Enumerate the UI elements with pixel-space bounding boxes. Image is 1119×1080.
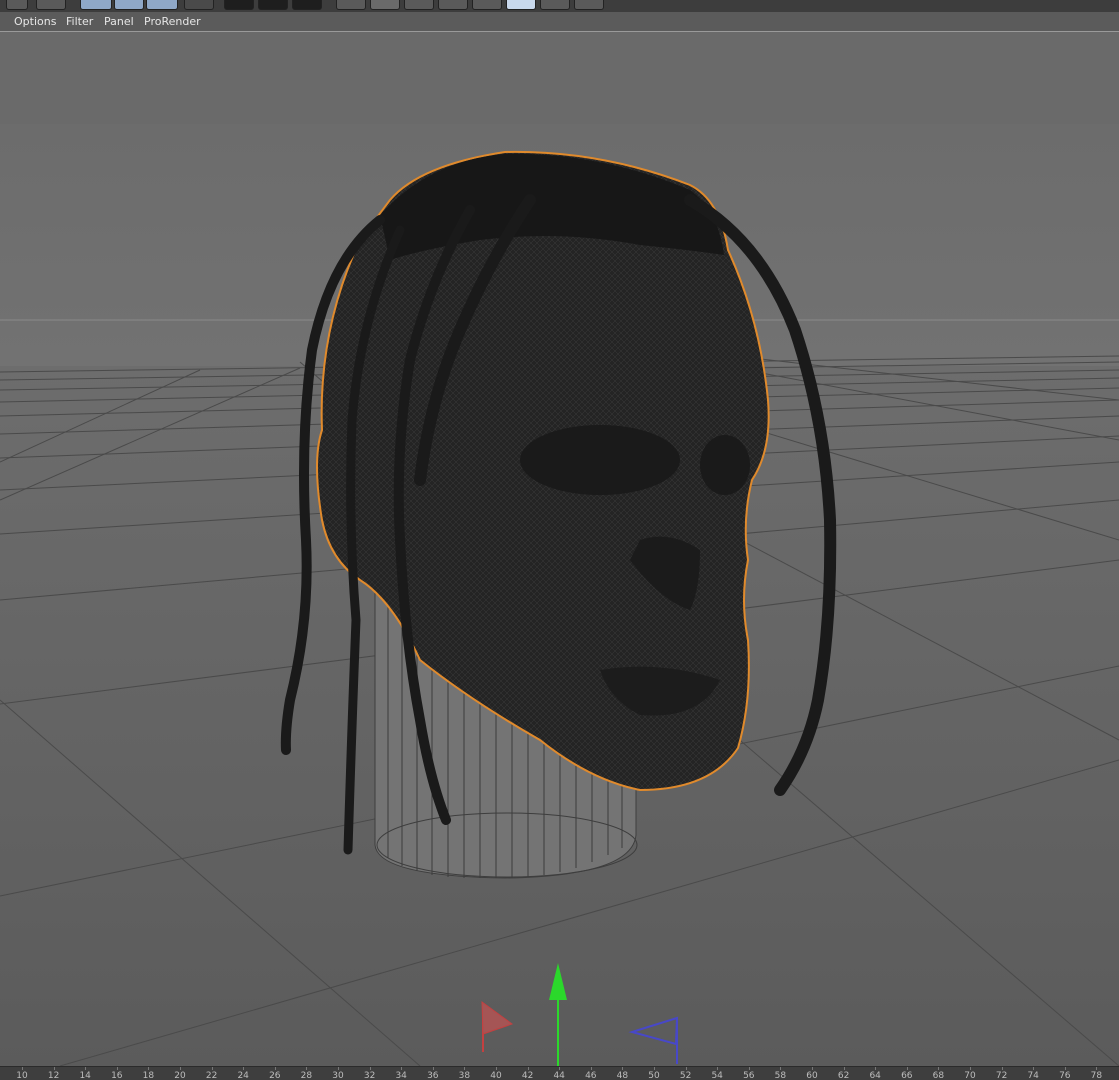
timeline-tick-label: 32 xyxy=(363,1071,376,1080)
timeline-ruler[interactable]: 10 12 14 16 18 20 22 24 26 28 30 32 34 36 38 40 42 44 46 48… xyxy=(0,1066,1119,1080)
timeline-tick-label: 30 xyxy=(332,1071,344,1080)
camera-icon[interactable] xyxy=(506,0,536,10)
timeline-tick-mark xyxy=(906,1067,908,1070)
render-region-icon[interactable] xyxy=(224,0,254,10)
menu-options[interactable]: Options xyxy=(14,15,56,28)
menu-panel[interactable]: Panel xyxy=(104,15,134,28)
render-view-icon[interactable] xyxy=(258,0,288,10)
timeline-tick-mark xyxy=(748,1067,750,1070)
timeline-tick-mark xyxy=(527,1067,529,1070)
cube-icon[interactable] xyxy=(336,0,366,10)
rotate-tool-icon[interactable] xyxy=(36,0,66,10)
timeline-tick-label: 16 xyxy=(111,1071,123,1080)
timeline-tick-mark xyxy=(970,1067,971,1070)
timeline-tick-label: 58 xyxy=(774,1071,787,1080)
timeline-tick-mark xyxy=(116,1067,118,1070)
timeline-tick-label: 20 xyxy=(174,1071,186,1080)
right-eye-shadow xyxy=(700,435,750,495)
timeline-tick-label: 76 xyxy=(1059,1071,1071,1080)
timeline-tick-label: 66 xyxy=(901,1071,913,1080)
timeline-tick-label: 54 xyxy=(711,1071,723,1080)
timeline-tick-mark xyxy=(590,1067,592,1070)
viewport-sky xyxy=(0,32,1119,124)
timeline-tick-label: 22 xyxy=(205,1071,218,1080)
tool-icon[interactable] xyxy=(574,0,604,10)
timeline-tick-label: 46 xyxy=(585,1071,597,1080)
timeline-tick-mark xyxy=(780,1067,782,1070)
axis-mode-icon[interactable] xyxy=(146,0,178,10)
timeline-tick-label: 42 xyxy=(521,1071,534,1080)
timeline-tick-mark xyxy=(875,1067,877,1070)
viewport-menubar: Options Filter Panel ProRender xyxy=(0,12,1119,32)
timeline-tick-mark xyxy=(1001,1067,1003,1070)
subdivision-icon[interactable] xyxy=(370,0,400,10)
render-settings-icon[interactable] xyxy=(292,0,322,10)
timeline-tick-mark xyxy=(1033,1067,1035,1070)
timeline-tick-mark xyxy=(180,1067,181,1070)
timeline-tick-mark xyxy=(338,1067,339,1070)
timeline-tick-mark xyxy=(685,1067,687,1070)
timeline-tick-mark xyxy=(1096,1067,1098,1070)
scene-icon[interactable] xyxy=(438,0,468,10)
timeline-tick-label: 12 xyxy=(47,1071,60,1080)
deformer-icon[interactable] xyxy=(404,0,434,10)
model-mode-icon[interactable] xyxy=(114,0,144,10)
light-icon[interactable] xyxy=(540,0,570,10)
timeline-tick-label: 38 xyxy=(458,1071,471,1080)
timeline-tick-label: 40 xyxy=(490,1071,502,1080)
arrow-icon[interactable] xyxy=(184,0,214,10)
timeline-tick-label: 68 xyxy=(932,1071,945,1080)
timeline-tick-label: 56 xyxy=(743,1071,755,1080)
timeline-tick-mark xyxy=(243,1067,245,1070)
timeline-tick-label: 78 xyxy=(1090,1071,1103,1080)
timeline-tick-mark xyxy=(496,1067,497,1070)
environment-icon[interactable] xyxy=(472,0,502,10)
timeline-tick-mark xyxy=(1064,1067,1066,1070)
timeline-tick-mark xyxy=(274,1067,276,1070)
timeline-tick-label: 60 xyxy=(806,1071,818,1080)
cinema4d-window: Options Filter Panel ProRender 10 12 14 … xyxy=(0,0,1119,1080)
left-eye-shadow xyxy=(520,425,680,495)
timeline-tick-label: 70 xyxy=(964,1071,976,1080)
menu-prorender[interactable]: ProRender xyxy=(144,15,201,28)
timeline-tick-mark xyxy=(401,1067,403,1070)
3d-viewport[interactable] xyxy=(0,32,1119,1066)
timeline-tick-mark xyxy=(559,1067,561,1070)
timeline-tick-label: 34 xyxy=(395,1071,407,1080)
timeline-tick-mark xyxy=(148,1067,150,1070)
timeline-tick-label: 64 xyxy=(869,1071,881,1080)
timeline-tick-mark xyxy=(53,1067,55,1070)
timeline-tick-label: 36 xyxy=(427,1071,439,1080)
menu-filter[interactable]: Filter xyxy=(66,15,93,28)
timeline-tick-label: 10 xyxy=(16,1071,28,1080)
timeline-tick-mark xyxy=(432,1067,434,1070)
timeline-tick-mark xyxy=(306,1067,308,1070)
timeline-tick-label: 72 xyxy=(995,1071,1008,1080)
timeline-tick-label: 44 xyxy=(553,1071,565,1080)
viewport-canvas xyxy=(0,32,1119,1066)
timeline-tick-label: 14 xyxy=(79,1071,91,1080)
timeline-tick-mark xyxy=(22,1067,23,1070)
timeline-tick-mark xyxy=(654,1067,655,1070)
timeline-tick-label: 74 xyxy=(1027,1071,1039,1080)
timeline-tick-label: 26 xyxy=(269,1071,281,1080)
timeline-tick-mark xyxy=(812,1067,813,1070)
timeline-tick-label: 28 xyxy=(300,1071,313,1080)
timeline-tick-mark xyxy=(369,1067,371,1070)
timeline-tick-mark xyxy=(211,1067,213,1070)
timeline-tick-mark xyxy=(843,1067,845,1070)
timeline-tick-mark xyxy=(464,1067,466,1070)
object-mode-icon[interactable] xyxy=(80,0,112,10)
scale-tool-icon[interactable] xyxy=(6,0,28,10)
timeline-tick-label: 18 xyxy=(142,1071,155,1080)
timeline-tick-mark xyxy=(622,1067,624,1070)
timeline-tick-label: 48 xyxy=(616,1071,629,1080)
timeline-tick-mark xyxy=(717,1067,719,1070)
timeline-tick-mark xyxy=(938,1067,940,1070)
timeline-tick-mark xyxy=(85,1067,87,1070)
timeline-tick-label: 62 xyxy=(837,1071,850,1080)
timeline-tick-label: 50 xyxy=(648,1071,660,1080)
timeline-tick-label: 52 xyxy=(679,1071,692,1080)
timeline-tick-label: 24 xyxy=(237,1071,249,1080)
